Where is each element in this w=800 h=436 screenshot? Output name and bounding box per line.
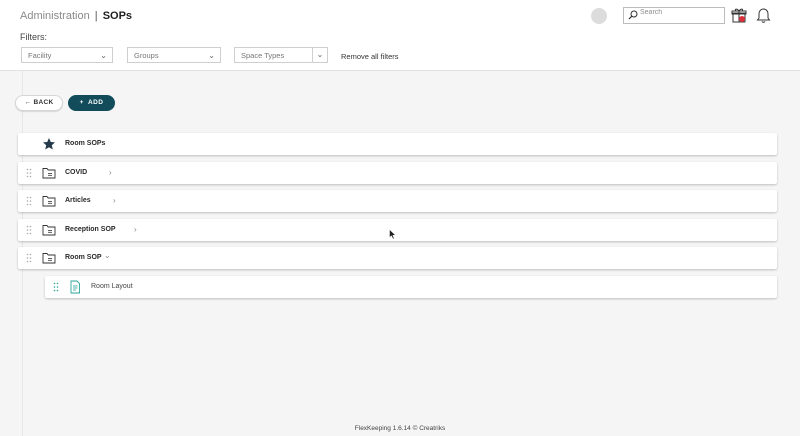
drag-handle-icon[interactable] (53, 282, 59, 292)
groups-select[interactable]: Groups ⌄ (127, 47, 221, 63)
folder-icon (42, 225, 56, 236)
chevron-down-icon: ⌄ (312, 48, 327, 62)
back-button-label: BACK (33, 99, 54, 106)
drag-handle-icon[interactable] (26, 196, 32, 206)
document-icon (70, 280, 80, 294)
list-item-articles[interactable]: Articles › (18, 190, 777, 212)
space-types-select[interactable]: Space Types ⌄ (234, 47, 328, 63)
chevron-right-icon[interactable]: › (109, 168, 112, 177)
list-item-label: Room SOPs (65, 140, 106, 147)
list-item-room-layout[interactable]: Room Layout (45, 276, 777, 298)
list-item-room-sops[interactable]: Room SOPs (18, 133, 777, 155)
list-item-label: Room SOP (65, 254, 102, 261)
list-item-covid[interactable]: COVID › (18, 162, 777, 184)
add-button[interactable]: + ADD (68, 95, 115, 111)
add-button-label: ADD (88, 99, 104, 106)
search-icon (628, 10, 638, 20)
footer-version: FlexKeeping 1.6.14 © Creatriks (354, 425, 446, 432)
back-button[interactable]: ← BACK (15, 95, 63, 111)
breadcrumb-administration[interactable]: Administration (20, 10, 90, 22)
drag-handle-icon[interactable] (26, 225, 32, 235)
groups-select-value: Groups (134, 51, 159, 60)
list-item-label: Reception SOP (65, 226, 116, 233)
chevron-down-icon: ⌄ (208, 51, 215, 60)
mouse-cursor-icon (389, 229, 397, 240)
chevron-right-icon[interactable]: › (134, 225, 137, 234)
list-item-label: COVID (65, 169, 88, 176)
top-header: Administration | SOPs Filters: Facility … (0, 0, 800, 71)
list-item-room-sop[interactable]: Room SOP ⌄ (18, 247, 777, 269)
chevron-down-icon[interactable]: ⌄ (104, 251, 111, 260)
folder-icon (42, 196, 56, 207)
notification-badge (739, 16, 745, 22)
star-icon (43, 138, 55, 150)
bell-icon[interactable] (755, 7, 772, 24)
facility-select[interactable]: Facility ⌄ (21, 47, 113, 63)
drag-handle-icon[interactable] (26, 253, 32, 263)
filters-label: Filters: (20, 32, 47, 42)
page-title: Administration | SOPs (20, 10, 132, 22)
facility-select-value: Facility (28, 51, 52, 60)
list-item-label: Articles (65, 197, 91, 204)
list-item-label: Room Layout (91, 283, 133, 290)
drag-handle-icon[interactable] (26, 168, 32, 178)
folder-icon (42, 253, 56, 264)
breadcrumb-current: SOPs (102, 10, 133, 22)
folder-icon (42, 168, 56, 179)
user-avatar[interactable] (591, 8, 607, 24)
arrow-left-icon: ← (24, 99, 32, 106)
chevron-right-icon[interactable]: › (113, 196, 116, 205)
space-types-select-value: Space Types (241, 51, 285, 60)
breadcrumb-separator: | (94, 10, 98, 22)
search-input[interactable] (640, 9, 720, 16)
chevron-down-icon: ⌄ (100, 51, 107, 60)
plus-icon: + (79, 99, 84, 106)
list-item-reception-sop[interactable]: Reception SOP › (18, 219, 777, 241)
remove-all-filters-link[interactable]: Remove all filters (341, 52, 399, 61)
search-box[interactable] (623, 7, 725, 24)
